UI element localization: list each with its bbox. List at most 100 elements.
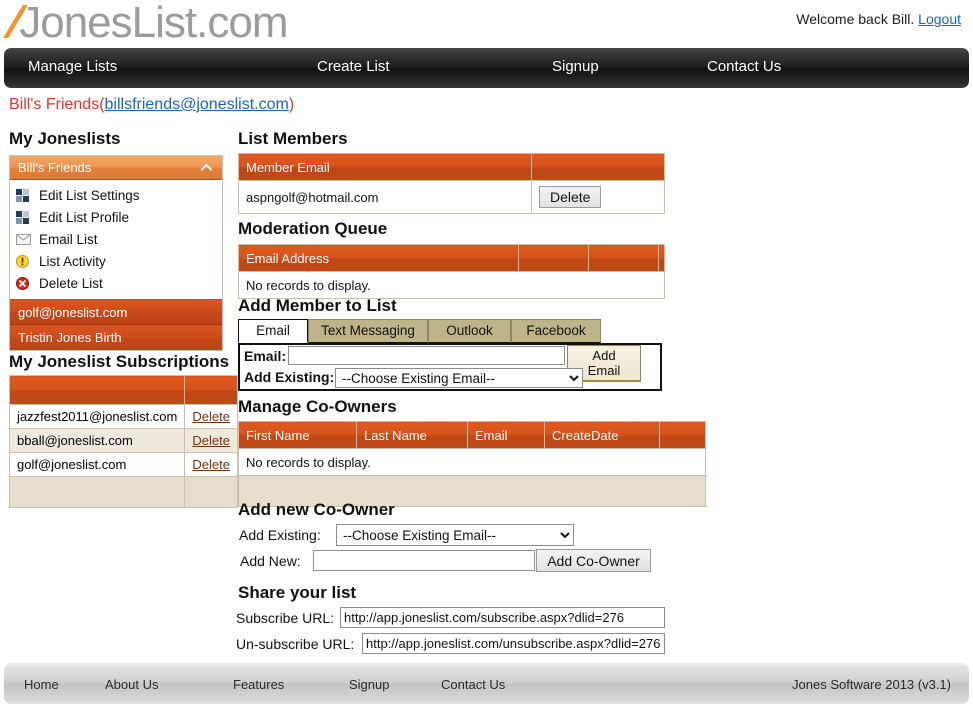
nav-item-create-list[interactable]: Create List: [317, 58, 390, 75]
grid-squares-icon: [16, 188, 34, 202]
unsubscribe-url-input[interactable]: [362, 633, 665, 654]
footer-copyright: Jones Software 2013 (v3.1): [792, 677, 951, 692]
footer-link-signup[interactable]: Signup: [349, 677, 389, 692]
logo-text: JonesList.com: [19, 0, 288, 47]
delete-link[interactable]: Delete: [192, 433, 230, 448]
empty-cell: [8, 476, 186, 508]
page-title-name: Bill's Friends: [9, 96, 100, 113]
list-members-table: Member Email aspngolf@hotmail.com Delete: [238, 153, 665, 214]
manage-co-owners-heading: Manage Co-Owners: [238, 397, 397, 416]
add-existing-email-select[interactable]: --Choose Existing Email--: [335, 368, 583, 388]
logout-link[interactable]: Logout: [918, 11, 961, 27]
table-row-empty: No records to display.: [238, 271, 665, 299]
sidebar-list-tristin-jones-birth[interactable]: Tristin Jones Birth: [10, 325, 222, 350]
tab-text-messaging[interactable]: Text Messaging: [308, 319, 428, 343]
add-member-email-panel: Email: Add Email Add Existing: --Choose …: [238, 343, 662, 391]
sidebar-list-golf[interactable]: golf@joneslist.com: [10, 300, 222, 325]
subscriptions-table: jazzfest2011@joneslist.com Delete bball@…: [8, 375, 238, 508]
page-title-paren-close: ): [288, 96, 295, 113]
email-input[interactable]: [288, 346, 565, 365]
chevron-up-icon: [201, 163, 212, 171]
moderation-queue-table: Email Address No records to display.: [238, 244, 665, 299]
delete-circle-icon: [16, 276, 34, 290]
subscription-email: bball@joneslist.com: [8, 428, 186, 453]
col-member-email: Member Email: [238, 153, 532, 181]
table-row-empty: No records to display.: [238, 448, 706, 476]
accordion-header-bills-friends[interactable]: Bill's Friends: [10, 156, 222, 180]
tab-outlook[interactable]: Outlook: [428, 319, 511, 343]
accordion-item-label: List Activity: [39, 253, 106, 269]
co-owner-existing-select[interactable]: --Choose Existing Email--: [336, 524, 574, 546]
table-row: jazzfest2011@joneslist.com Delete: [8, 404, 238, 429]
member-action-cell: Delete: [531, 180, 665, 214]
empty-cell: [184, 476, 238, 508]
welcome-text: Welcome back Bill.: [796, 11, 915, 27]
site-logo[interactable]: /JonesList.com: [3, 0, 289, 48]
table-header-row: Member Email: [238, 153, 665, 181]
site-footer: Home About Us Features Signup Contact Us…: [4, 663, 969, 704]
co-owners-table: First Name Last Name Email CreateDate No…: [238, 421, 706, 507]
subscription-delete-cell: Delete: [184, 404, 238, 429]
accordion-item-email-list[interactable]: Email List: [10, 228, 222, 250]
subscribe-url-input[interactable]: [340, 607, 665, 628]
my-joneslists-accordion: Bill's Friends Edit List Settings Edit L…: [9, 155, 223, 351]
accordion-item-label: Edit List Profile: [39, 209, 130, 225]
share-your-list-heading: Share your list: [238, 583, 357, 602]
table-row: aspngolf@hotmail.com Delete: [238, 180, 665, 214]
add-member-tabs: Email Text Messaging Outlook Facebook: [238, 319, 668, 343]
my-joneslists-heading: My Joneslists: [9, 129, 121, 148]
accordion-item-list-activity[interactable]: List Activity: [10, 250, 222, 272]
nav-item-signup[interactable]: Signup: [552, 58, 599, 75]
subscription-email: jazzfest2011@joneslist.com: [8, 404, 186, 429]
footer-link-features[interactable]: Features: [233, 677, 284, 692]
tab-facebook[interactable]: Facebook: [511, 319, 601, 343]
warning-icon: [16, 254, 34, 268]
page-title-email-link[interactable]: billsfriends@joneslist.com: [105, 96, 289, 113]
site-header: /JonesList.com Welcome back Bill. Logout: [0, 0, 973, 47]
col-first-name: First Name: [238, 421, 357, 449]
accordion-item-delete-list[interactable]: Delete List: [10, 272, 222, 294]
envelope-icon: [16, 232, 34, 246]
moderation-queue-heading: Moderation Queue: [238, 219, 388, 238]
col-mq-3: [588, 244, 659, 272]
subscriptions-heading: My Joneslist Subscriptions: [9, 352, 230, 371]
co-owner-new-input[interactable]: [313, 550, 535, 571]
add-co-owner-button[interactable]: Add Co-Owner: [536, 549, 651, 572]
subscription-delete-cell: Delete: [184, 452, 238, 477]
footer-link-contact-us[interactable]: Contact Us: [441, 677, 505, 692]
delete-link[interactable]: Delete: [192, 409, 230, 424]
subscriptions-col-action: [184, 375, 238, 405]
delete-link[interactable]: Delete: [192, 457, 230, 472]
table-row: bball@joneslist.com Delete: [8, 428, 238, 453]
add-member-heading: Add Member to List: [238, 296, 397, 315]
accordion-item-edit-list-profile[interactable]: Edit List Profile: [10, 206, 222, 228]
nav-item-contact-us[interactable]: Contact Us: [707, 58, 781, 75]
other-lists: golf@joneslist.com Tristin Jones Birth: [10, 300, 222, 350]
nav-item-manage-lists[interactable]: Manage Lists: [28, 58, 117, 75]
accordion-item-edit-list-settings[interactable]: Edit List Settings: [10, 184, 222, 206]
col-email: Email: [467, 421, 545, 449]
welcome-message: Welcome back Bill. Logout: [796, 11, 961, 27]
page-root: /JonesList.com Welcome back Bill. Logout…: [0, 0, 973, 713]
col-last-name: Last Name: [356, 421, 468, 449]
table-row: golf@joneslist.com Delete: [8, 452, 238, 477]
accordion-item-label: Delete List: [39, 275, 103, 291]
subscribe-url-label: Subscribe URL:: [236, 610, 335, 626]
add-co-owner-heading: Add new Co-Owner: [238, 500, 395, 519]
main-navigation: Manage Lists Create List Signup Contact …: [4, 48, 969, 88]
tab-email[interactable]: Email: [238, 319, 308, 343]
delete-member-button[interactable]: Delete: [539, 186, 602, 208]
col-email-address: Email Address: [238, 244, 519, 272]
co-owners-empty-text: No records to display.: [238, 448, 706, 476]
member-email: aspngolf@hotmail.com: [238, 180, 532, 214]
add-existing-label: Add Existing:: [244, 369, 335, 385]
footer-link-about-us[interactable]: About Us: [105, 677, 158, 692]
subscription-delete-cell: Delete: [184, 428, 238, 453]
table-header-row: First Name Last Name Email CreateDate: [238, 421, 706, 449]
grid-squares-icon: [16, 210, 34, 224]
accordion-item-label: Email List: [39, 231, 98, 247]
accordion-body: Edit List Settings Edit List Profile Ema…: [10, 180, 222, 300]
email-field-label: Email:: [244, 348, 287, 364]
accordion-item-label: Edit List Settings: [39, 187, 140, 203]
footer-link-home[interactable]: Home: [24, 677, 59, 692]
